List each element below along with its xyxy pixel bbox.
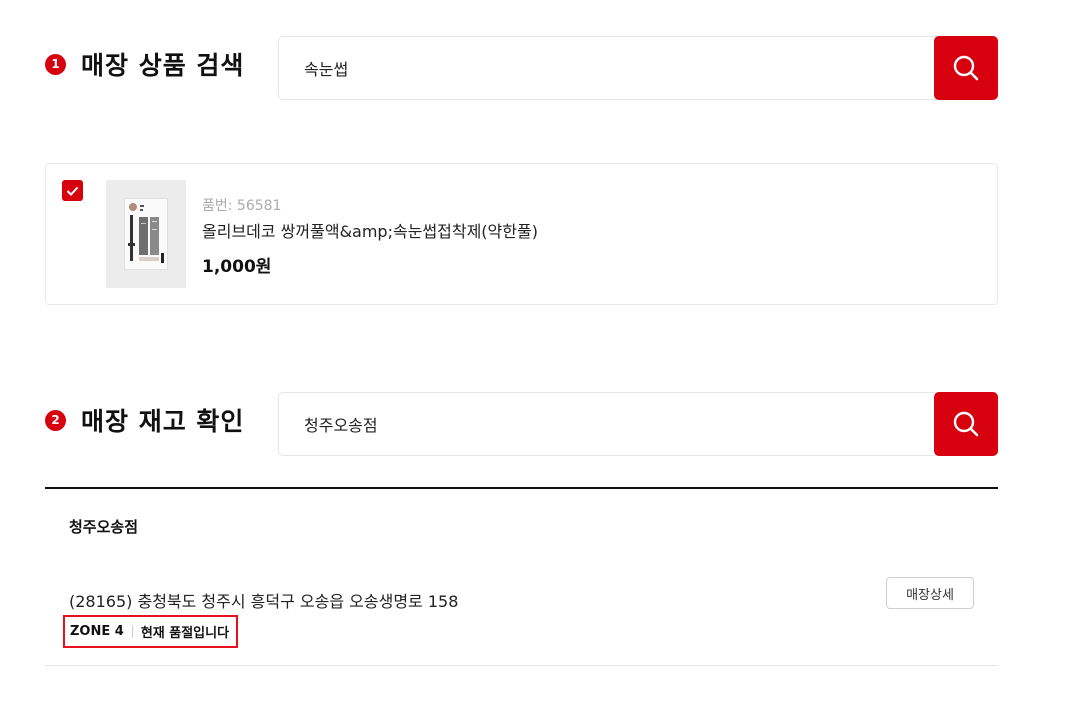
product-price: 1,000원 bbox=[202, 257, 272, 277]
section-title-product-search: 1 매장 상품 검색 bbox=[45, 46, 244, 82]
store-name: 청주오송점 bbox=[69, 518, 139, 536]
result-divider bbox=[45, 487, 998, 489]
store-address: (28165) 충청북도 청주시 흥덕구 오송읍 오송생명로 158 bbox=[69, 592, 459, 611]
search-icon bbox=[953, 55, 979, 81]
checkmark-icon bbox=[66, 186, 79, 196]
page-title-product-search: 매장 상품 검색 bbox=[81, 51, 245, 80]
product-search-input[interactable] bbox=[279, 37, 935, 99]
product-checkbox[interactable] bbox=[62, 180, 83, 201]
page-title-stock-check: 매장 재고 확인 bbox=[81, 407, 245, 436]
product-package-image bbox=[124, 198, 168, 270]
store-search-box bbox=[278, 392, 998, 456]
product-card[interactable]: 품번: 56581 올리브데코 쌍꺼풀액&amp;속눈썹접착제(약한풀) 1,0… bbox=[45, 163, 998, 305]
product-search-button[interactable] bbox=[934, 36, 998, 100]
store-detail-button[interactable]: 매장상세 bbox=[886, 577, 974, 609]
product-thumbnail[interactable] bbox=[106, 180, 186, 288]
product-name: 올리브데코 쌍꺼풀액&amp;속눈썹접착제(약한풀) bbox=[202, 222, 538, 241]
zone-label: ZONE 4 bbox=[70, 624, 124, 639]
step-badge-2: 2 bbox=[45, 409, 66, 431]
product-search-box bbox=[278, 36, 998, 100]
stock-status-box: ZONE 4 현재 품절입니다 bbox=[63, 615, 239, 648]
zone-separator bbox=[131, 625, 133, 638]
product-code: 품번: 56581 bbox=[202, 198, 282, 214]
step-badge-1: 1 bbox=[45, 53, 66, 75]
stock-status-text: 현재 품절입니다 bbox=[140, 626, 230, 641]
store-search-button[interactable] bbox=[934, 392, 998, 456]
row-divider bbox=[45, 665, 998, 666]
search-icon bbox=[953, 411, 979, 437]
store-search-input[interactable] bbox=[279, 393, 935, 455]
section-title-stock-check: 2 매장 재고 확인 bbox=[45, 402, 244, 438]
